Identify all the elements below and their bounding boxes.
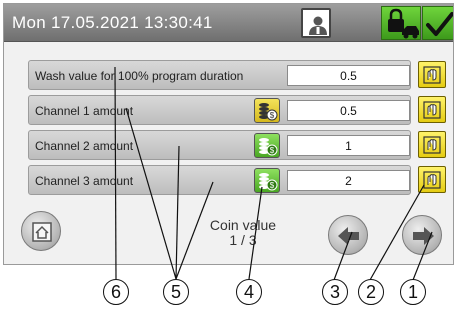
callout-2: 2 bbox=[358, 279, 384, 305]
callout-5: 5 bbox=[163, 279, 189, 305]
callout-lines bbox=[114, 66, 433, 281]
callout-3: 3 bbox=[322, 279, 348, 305]
callout-4: 4 bbox=[236, 279, 262, 305]
callout-1: 1 bbox=[400, 279, 426, 305]
callout-6: 6 bbox=[103, 279, 129, 305]
